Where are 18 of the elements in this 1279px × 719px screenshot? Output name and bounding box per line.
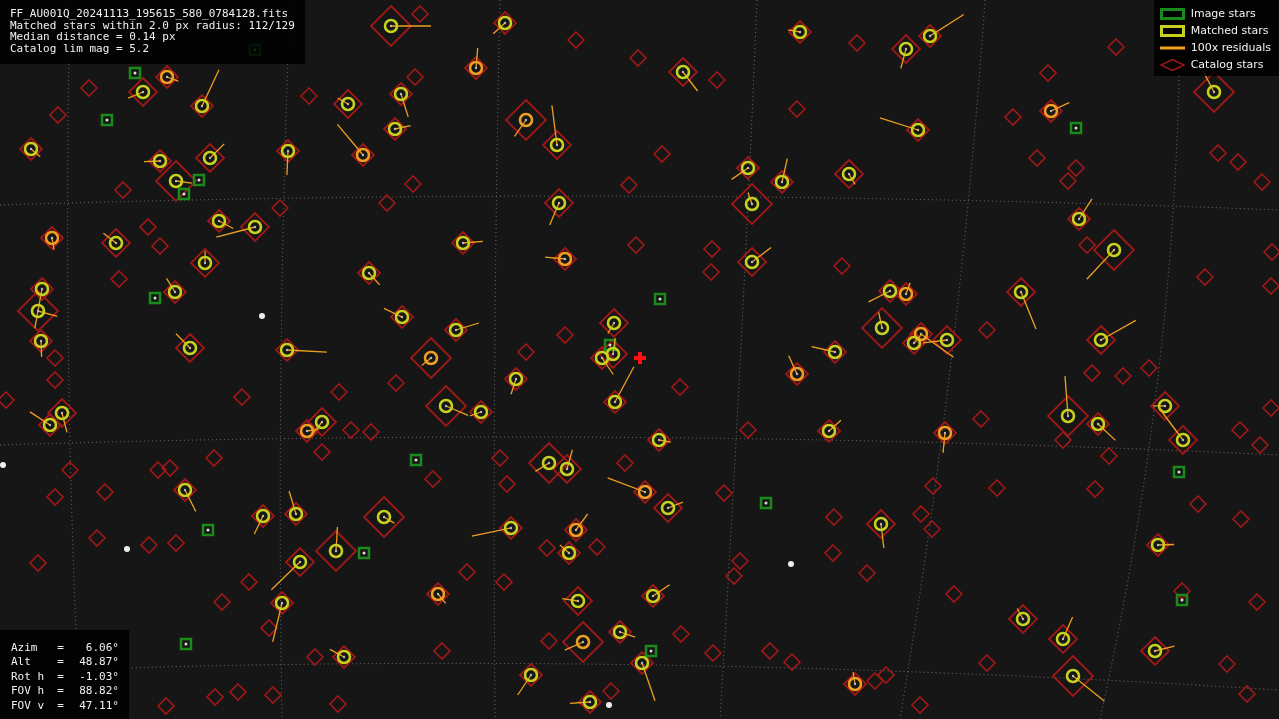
legend-label: Matched stars — [1190, 24, 1269, 37]
pointing-label: Azim = — [11, 640, 64, 655]
pointing-value: 6.06° — [84, 640, 119, 655]
legend-label: Catalog stars — [1190, 58, 1264, 71]
pointing-value: 48.87° — [78, 655, 119, 670]
pointing-label: FOV h = — [11, 684, 64, 699]
info-line: Median distance = 0.14 px — [10, 31, 176, 43]
info-line: Catalog lim mag = 5.2 — [10, 42, 151, 54]
legend-label: 100x residuals — [1190, 41, 1271, 54]
legend-label: Image stars — [1190, 7, 1256, 20]
info-line: Matched stars within 2.0 px radius: 112/129 — [10, 19, 295, 31]
pointing-value: 47.11° — [78, 698, 119, 713]
pointing-value: -1.03° — [78, 669, 119, 684]
pointing-label: Rot h = — [11, 669, 64, 684]
info-line: FF_AU001Q_20241113_195615_580_0784128.fits — [10, 8, 290, 20]
pointing-label: FOV v = — [11, 698, 64, 713]
pointing-value: 88.82° — [78, 684, 119, 699]
pointing-label: Alt = — [11, 655, 64, 670]
